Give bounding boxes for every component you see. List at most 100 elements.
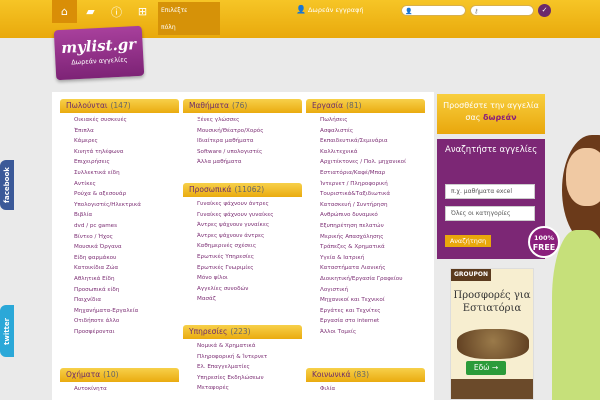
category-link[interactable]: Αθλητικά Είδη [74,274,179,285]
category-link[interactable]: Άλλοι Τομείς [320,327,425,338]
category-link[interactable]: Πωλήσεις [320,115,425,126]
category-link[interactable]: Μουσική/Θέατρο/Χορός [197,126,302,137]
section-title: Υπηρεσίες [189,327,228,336]
add-listing-promo[interactable]: Προσθέστε την αγγελία σας δωρεάν [437,94,545,134]
twitter-tab[interactable]: twitter [0,305,14,357]
category-select[interactable]: Όλες οι κατηγορίες [445,206,535,221]
section-header[interactable]: Προσωπικά (11062) [183,183,302,197]
category-link[interactable]: Τράπεζες & Χρηματικά [320,242,425,253]
category-link[interactable]: Φιλία [320,384,425,395]
category-list: Φιλία [306,382,425,395]
category-link[interactable]: Υπηρεσίες Εκδηλώσεων [197,373,302,384]
category-link[interactable]: Λογιστική [320,285,425,296]
ad-button[interactable]: Εδώ → [466,361,506,375]
category-link[interactable]: Μασάζ [197,294,302,305]
category-link[interactable]: Καθημερινές σχέσεις [197,241,302,252]
category-link[interactable]: dvd / pc games [74,221,179,232]
email-field[interactable]: 👤 [401,5,466,16]
category-link[interactable]: Προσφέρονται [74,327,179,338]
category-link[interactable]: Επιχειρήσεις [74,157,179,168]
section-jobs: Εργασία (81) Πωλήσεις Ασφαλιστές Εκπαιδευτι… [306,99,425,337]
category-link[interactable]: Διοικητική/Εργασία Γραφείου [320,274,425,285]
category-link[interactable]: Αρχιτέκτονες / Πολ. μηχανικοί [320,157,425,168]
category-link[interactable]: Μουσικά Όργανα [74,242,179,253]
section-header[interactable]: Μαθήματα (76) [183,99,302,113]
category-link[interactable]: Παιχνίδια [74,295,179,306]
category-link[interactable]: Άντρες ψάχνουν άντρες [197,231,302,242]
category-link[interactable]: Τουριστικά&Ταξιδιωτικά [320,189,425,200]
category-link[interactable]: Εκπαιδευτικά/Σεμινάρια [320,136,425,147]
search-input[interactable]: π.χ. μαθήματα excel [445,184,535,199]
section-header[interactable]: Κοινωνικά (83) [306,368,425,382]
category-link[interactable]: Μόνο φίλοι [197,273,302,284]
info-icon[interactable]: ⓘ [104,0,129,23]
category-link[interactable]: Ερωτικές Γνωριμίες [197,263,302,274]
category-link[interactable]: Αντίκες [74,179,179,190]
login-button[interactable]: ✓ [538,4,551,17]
category-link[interactable]: Software / υπολογιστές [197,147,302,158]
search-heading: Αναζητήστε αγγελίες [445,145,538,155]
category-link[interactable]: Βίντεο / Ήχος [74,232,179,243]
site-logo[interactable]: mylist.gr Δωρεάν αγγελίες [53,25,145,81]
category-link[interactable]: Νομικά & Χρηματικά [197,341,302,352]
category-list: Πωλήσεις Ασφαλιστές Εκπαιδευτικά/Σεμινάρια… [306,113,425,337]
section-header[interactable]: Πωλούνται (147) [60,99,179,113]
add-listing-icon[interactable]: ⊞ [130,0,155,23]
password-field[interactable]: ⚷ [470,5,534,16]
category-link[interactable]: Κινητά τηλέφωνα [74,147,179,158]
category-link[interactable]: Ξένες γλώσσες [197,115,302,126]
category-link[interactable]: Υγεία & Ιατρική [320,253,425,264]
facebook-tab[interactable]: facebook [0,160,14,210]
category-link[interactable]: Μηχανικοί και Τεχνικοί [320,295,425,306]
category-link[interactable]: Ίντερνετ / Πληροφορική [320,179,425,190]
section-header[interactable]: Οχήματα (10) [60,368,179,382]
category-link[interactable]: Ελ. Επαγγελματίες [197,362,302,373]
category-link[interactable]: Γυναίκες ψάχνουν γυναίκες [197,210,302,221]
category-link[interactable]: Εργάτες και Τεχνίτες [320,306,425,317]
category-link[interactable]: Βιβλία [74,210,179,221]
category-link[interactable]: Κατοικίδια Ζώα [74,263,179,274]
category-link[interactable]: Εργασία στο internet [320,316,425,327]
home-icon[interactable]: ⌂ [52,0,77,23]
model-photo [552,110,600,400]
category-link[interactable]: Εστιατόρια/Καφέ/Μπαρ [320,168,425,179]
category-link[interactable]: Αυτοκίνητα [74,384,179,395]
category-link[interactable]: Πληροφορική & Ίντερνετ [197,352,302,363]
ad-headline: Προσφορές για Εστιατόρια [453,290,531,314]
section-count: (11062) [234,185,265,194]
category-link[interactable]: Άντρες ψάχνουν γυναίκες [197,220,302,231]
category-link[interactable]: Ασφαλιστές [320,126,425,137]
category-link[interactable]: Εξυπηρέτηση πελατών [320,221,425,232]
search-button[interactable]: Αναζήτηση [445,235,491,247]
category-link[interactable]: Γυναίκες ψάχνουν άντρες [197,199,302,210]
category-link[interactable]: Είδη φαρμάκου [74,253,179,264]
category-link[interactable]: Καταστήματα Λιανικής [320,263,425,274]
register-link[interactable]: 👤 Δωρεάν εγγραφή [296,5,364,14]
category-link[interactable]: Προσωπικά είδη [74,285,179,296]
category-list: Οικιακές συσκευές Έπιπλα Κάμερες Κινητά τηλ… [60,113,179,337]
category-link[interactable]: Υπολογιστές/Ηλεκτρικά [74,200,179,211]
category-link[interactable]: Κάμερες [74,136,179,147]
category-link[interactable]: Αγγελίες συνοδών [197,284,302,295]
category-link[interactable]: Άλλα μαθήματα [197,157,302,168]
category-link[interactable]: Ιδιαίτερα μαθήματα [197,136,302,147]
category-link[interactable]: Μερικής Απασχόλησης [320,232,425,243]
category-link[interactable]: Οικιακές συσκευές [74,115,179,126]
category-link[interactable]: Ρούχα & αξεσουάρ [74,189,179,200]
city-select-button[interactable]: Επιλέξτε πόλη [158,2,220,35]
category-link[interactable]: Οτιδήποτε άλλο [74,316,179,327]
folder-icon[interactable]: ▰ [78,0,103,23]
section-title: Μαθήματα [189,101,229,110]
category-link[interactable]: Συλλεκτικά είδη [74,168,179,179]
category-link[interactable]: Ανθρώπινο δυναμικό [320,210,425,221]
section-header[interactable]: Υπηρεσίες (223) [183,325,302,339]
category-link[interactable]: Μηχανήματα-Εργαλεία [74,306,179,317]
badge-text: FREE [532,243,556,252]
category-link[interactable]: Κατασκευή / Συντήρηση [320,200,425,211]
section-header[interactable]: Εργασία (81) [306,99,425,113]
category-link[interactable]: Έπιπλα [74,126,179,137]
groupon-ad[interactable]: GROUPON Προσφορές για Εστιατόρια Εδώ → [450,268,534,400]
category-link[interactable]: Μεταφορές [197,383,302,394]
category-link[interactable]: Ερωτικές Υπηρεσίες [197,252,302,263]
category-link[interactable]: Καλλιτεχνικά [320,147,425,158]
